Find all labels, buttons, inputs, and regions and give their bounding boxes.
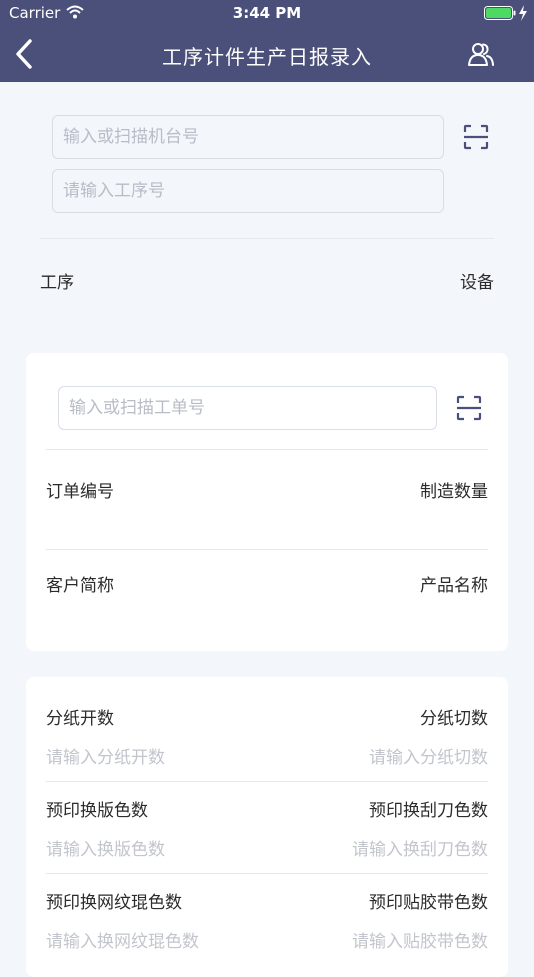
scan-machine-icon[interactable] bbox=[463, 124, 489, 150]
users-icon[interactable] bbox=[468, 41, 494, 67]
process-number-input[interactable] bbox=[52, 169, 444, 213]
preprint-anilox-color-input[interactable]: 请输入换网纹琨色数 bbox=[46, 927, 199, 952]
divider bbox=[46, 549, 488, 550]
customer-short-name-label: 客户简称 bbox=[46, 576, 114, 596]
preprint-blade-color-input[interactable]: 请输入换刮刀色数 bbox=[352, 835, 488, 860]
page-title: 工序计件生产日报录入 bbox=[162, 45, 372, 69]
split-paper-open-label: 分纸开数 bbox=[46, 709, 114, 729]
status-time: 3:44 PM bbox=[232, 4, 302, 22]
divider bbox=[46, 873, 488, 874]
product-name-label: 产品名称 bbox=[420, 576, 488, 596]
machine-number-input[interactable] bbox=[52, 115, 444, 159]
split-paper-cut-input[interactable]: 请输入分纸切数 bbox=[369, 743, 488, 768]
navigation-header: Carrier 3:44 PM 工序计件生产日报录入 bbox=[0, 0, 534, 82]
preprint-anilox-color-label: 预印换网纹琨色数 bbox=[46, 893, 182, 913]
split-paper-cut-label: 分纸切数 bbox=[420, 709, 488, 729]
manufacture-quantity-label: 制造数量 bbox=[420, 482, 488, 502]
order-info-card: 订单编号 制造数量 客户简称 产品名称 bbox=[26, 353, 508, 651]
order-number-label: 订单编号 bbox=[46, 482, 114, 502]
status-bar: Carrier 3:44 PM bbox=[0, 0, 534, 28]
production-entry-card: 分纸开数 分纸切数 请输入分纸开数 请输入分纸切数 预印换版色数 预印换刮刀色数… bbox=[26, 677, 508, 977]
charging-bolt-icon bbox=[519, 5, 527, 21]
scan-work-order-icon[interactable] bbox=[456, 395, 482, 421]
preprint-plate-color-input[interactable]: 请输入换版色数 bbox=[46, 835, 165, 860]
process-label: 工序 bbox=[40, 273, 74, 293]
divider bbox=[40, 238, 494, 239]
preprint-blade-color-label: 预印换刮刀色数 bbox=[369, 801, 488, 821]
split-paper-open-input[interactable]: 请输入分纸开数 bbox=[46, 743, 165, 768]
preprint-plate-color-label: 预印换版色数 bbox=[46, 801, 148, 821]
work-order-input[interactable] bbox=[58, 386, 437, 430]
preprint-tape-color-label: 预印贴胶带色数 bbox=[369, 893, 488, 913]
divider bbox=[46, 449, 488, 450]
battery-icon bbox=[484, 6, 516, 20]
preprint-tape-color-input[interactable]: 请输入贴胶带色数 bbox=[352, 927, 488, 952]
equipment-label: 设备 bbox=[460, 273, 494, 293]
divider bbox=[46, 781, 488, 782]
